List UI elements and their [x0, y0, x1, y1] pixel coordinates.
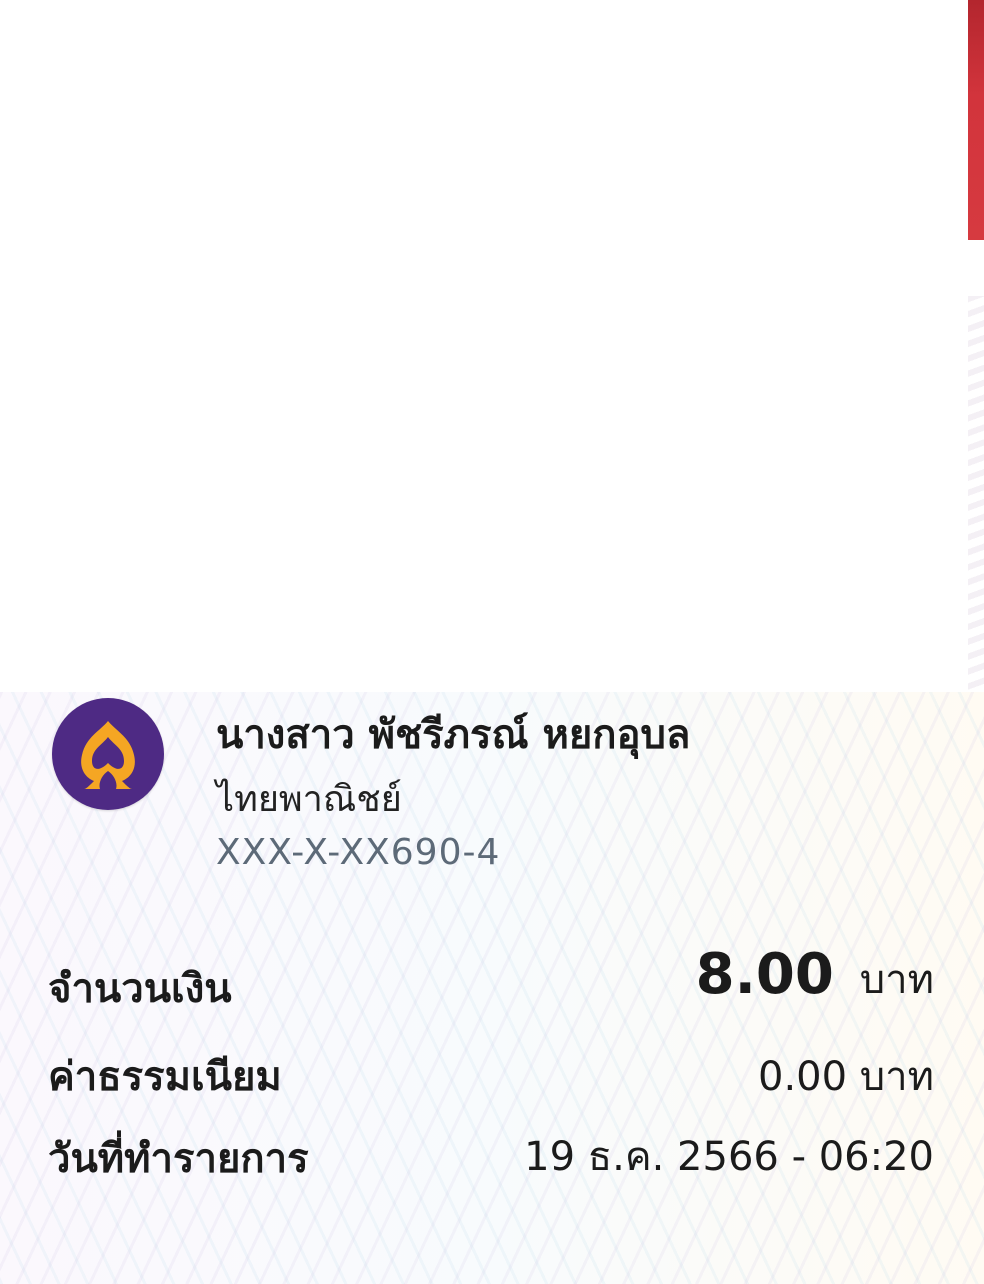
amount-value: 8.00 บาท: [696, 942, 934, 1011]
fee-label: ค่าธรรมเนียม: [48, 1054, 282, 1100]
transfer-receipt: นางสาว พัชรีภรณ์ หยกอุบล ไทยพาณิชย์ XXX-…: [0, 0, 984, 1284]
amount-label: จำนวนเงิน: [48, 966, 232, 1012]
fee-value: 0.00 บาท: [758, 1054, 934, 1100]
side-pattern-strip: [968, 296, 984, 696]
recipient-name: นางสาว พัชรีภรณ์ หยกอุบล: [216, 712, 691, 758]
scb-bodhi-leaf-icon: [81, 721, 135, 789]
recipient-bank-name: ไทยพาณิชย์: [216, 779, 402, 820]
bank-logo: [52, 698, 164, 810]
recipient-account-number: XXX-X-XX690-4: [216, 832, 501, 873]
amount-number: 8.00: [695, 942, 834, 1007]
transaction-date-label: วันที่ทำรายการ: [48, 1136, 309, 1182]
amount-unit: บาท: [859, 957, 934, 1003]
side-accent-bar: [968, 0, 984, 240]
transaction-date-value: 19 ธ.ค. 2566 - 06:20: [524, 1134, 934, 1180]
